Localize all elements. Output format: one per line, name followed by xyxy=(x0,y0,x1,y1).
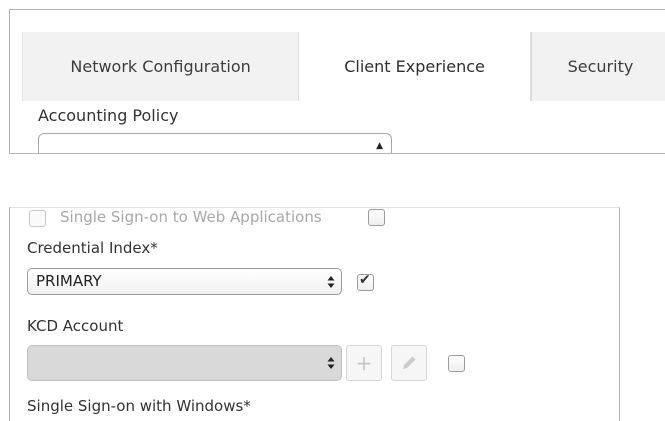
credential-index-value: PRIMARY xyxy=(36,272,102,290)
tab-label: Security xyxy=(567,57,634,76)
sso-windows-label: Single Sign-on with Windows* xyxy=(27,397,251,415)
tab-client-experience[interactable]: Client Experience xyxy=(298,32,531,101)
updown-arrows-svg xyxy=(327,275,335,288)
kcd-account-label: KCD Account xyxy=(27,317,124,335)
updown-icon xyxy=(327,269,335,294)
kcd-account-select[interactable] xyxy=(27,345,342,381)
sso-web-label: Single Sign-on to Web Applications xyxy=(60,208,322,226)
updown-arrows-svg xyxy=(327,357,335,369)
tab-bar: Network Configuration Client Experience … xyxy=(22,32,665,101)
credential-index-label: Credential Index* xyxy=(27,239,158,257)
updown-icon xyxy=(327,346,335,380)
kcd-account-override-checkbox[interactable] xyxy=(448,355,465,372)
accounting-policy-select[interactable]: ▲ xyxy=(38,133,392,153)
add-kcd-account-button[interactable]: + xyxy=(346,345,382,381)
edit-kcd-account-button[interactable] xyxy=(391,345,427,381)
select-arrow-icon: ▲ xyxy=(376,141,383,151)
sso-web-override-checkbox[interactable] xyxy=(368,209,385,226)
sso-web-checkbox[interactable] xyxy=(29,210,46,227)
credential-index-select[interactable]: PRIMARY xyxy=(27,268,342,295)
pencil-icon xyxy=(403,356,416,369)
tab-security[interactable]: Security xyxy=(530,32,665,101)
sso-settings-panel: Single Sign-on to Web Applications Crede… xyxy=(9,207,620,421)
check-icon: ✔ xyxy=(359,272,371,288)
plus-icon: + xyxy=(355,351,373,375)
tab-label: Network Configuration xyxy=(70,57,251,76)
top-panel: Network Configuration Client Experience … xyxy=(9,9,665,154)
accounting-policy-label: Accounting Policy xyxy=(38,106,179,125)
tab-label: Client Experience xyxy=(344,57,485,76)
tab-network-configuration[interactable]: Network Configuration xyxy=(22,32,299,101)
credential-index-override-checkbox[interactable]: ✔ xyxy=(357,272,374,291)
